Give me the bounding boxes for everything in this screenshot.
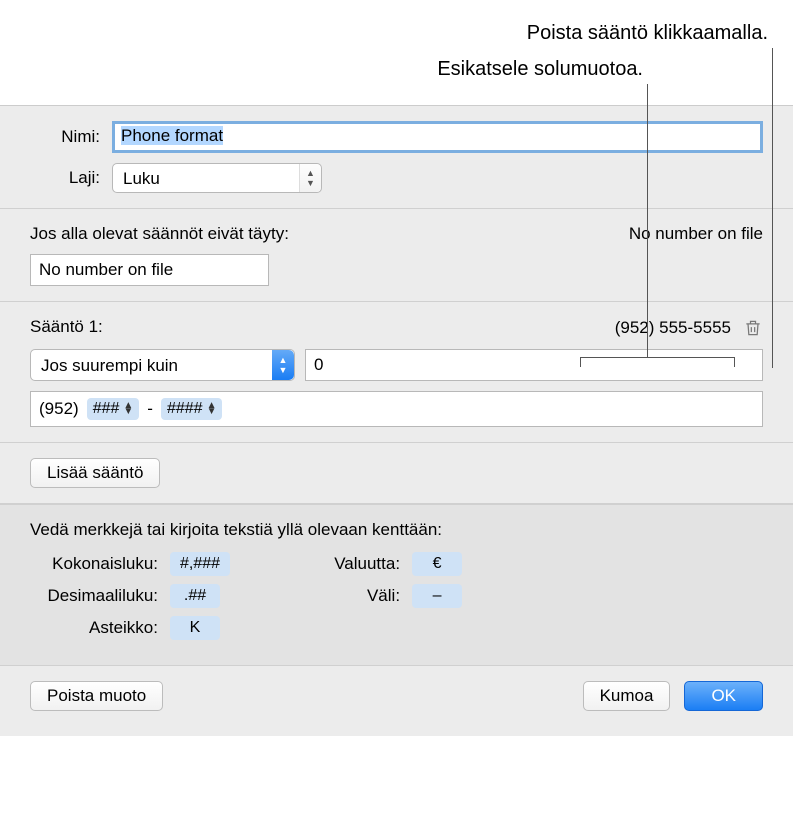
decimal-label: Desimaaliluku:	[30, 586, 158, 606]
scale-label: Asteikko:	[30, 618, 158, 638]
format-token[interactable]: ### ▲▼	[87, 398, 140, 420]
name-type-section: Nimi: Phone format Laji: Luku ▲▼	[0, 106, 793, 209]
decimal-token[interactable]: .##	[170, 584, 220, 608]
callout-line	[772, 48, 773, 368]
no-rule-title: Jos alla olevat säännöt eivät täyty:	[30, 224, 289, 244]
callout-bracket	[580, 357, 735, 367]
type-label: Laji:	[30, 168, 100, 188]
rule-1-preview: (952) 555-5555	[615, 318, 731, 338]
cancel-button[interactable]: Kumoa	[583, 681, 671, 711]
drag-section-title: Vedä merkkejä tai kirjoita tekstiä yllä …	[30, 520, 763, 540]
no-rule-preview: No number on file	[629, 224, 763, 244]
callout-line	[647, 84, 648, 357]
ok-button[interactable]: OK	[684, 681, 763, 711]
integer-label: Kokonaisluku:	[30, 554, 158, 574]
type-select[interactable]: Luku	[112, 163, 322, 193]
name-label: Nimi:	[30, 127, 100, 147]
name-input-value: Phone format	[121, 126, 223, 145]
format-literal: -	[147, 399, 153, 419]
dialog-footer: Poista muoto Kumoa OK	[0, 665, 793, 736]
callout-delete-rule: Poista sääntö klikkaamalla.	[527, 22, 768, 45]
name-input[interactable]: Phone format	[112, 121, 763, 153]
format-pattern-input[interactable]: (952) ### ▲▼ - #### ▲▼	[30, 391, 763, 427]
format-token[interactable]: #### ▲▼	[161, 398, 223, 420]
callout-preview-format: Esikatsele solumuotoa.	[437, 58, 643, 81]
rule-1-section: Sääntö 1: (952) 555-5555 Jos suurempi ku…	[0, 302, 793, 443]
chevron-up-down-icon: ▲▼	[207, 403, 217, 415]
delete-format-button[interactable]: Poista muoto	[30, 681, 163, 711]
drag-tokens-section: Vedä merkkejä tai kirjoita tekstiä yllä …	[0, 504, 793, 665]
chevron-up-down-icon: ▲▼	[123, 403, 133, 415]
integer-token[interactable]: #,###	[170, 552, 230, 576]
add-rule-button[interactable]: Lisää sääntö	[30, 458, 160, 488]
currency-label: Valuutta:	[320, 554, 400, 574]
format-dialog: Nimi: Phone format Laji: Luku ▲▼ Jos all…	[0, 105, 793, 736]
trash-icon[interactable]	[743, 317, 763, 339]
no-rule-input[interactable]	[30, 254, 269, 286]
condition-select[interactable]: Jos suurempi kuin	[30, 349, 295, 381]
currency-token[interactable]: €	[412, 552, 462, 576]
space-label: Väli:	[320, 586, 400, 606]
format-literal: (952)	[39, 399, 79, 419]
rule-1-title: Sääntö 1:	[30, 317, 103, 339]
no-rule-section: Jos alla olevat säännöt eivät täyty: No …	[0, 209, 793, 302]
add-rule-section: Lisää sääntö	[0, 443, 793, 504]
callouts-area: Poista sääntö klikkaamalla. Esikatsele s…	[0, 0, 793, 105]
space-token[interactable]: –	[412, 584, 462, 608]
scale-token[interactable]: K	[170, 616, 220, 640]
